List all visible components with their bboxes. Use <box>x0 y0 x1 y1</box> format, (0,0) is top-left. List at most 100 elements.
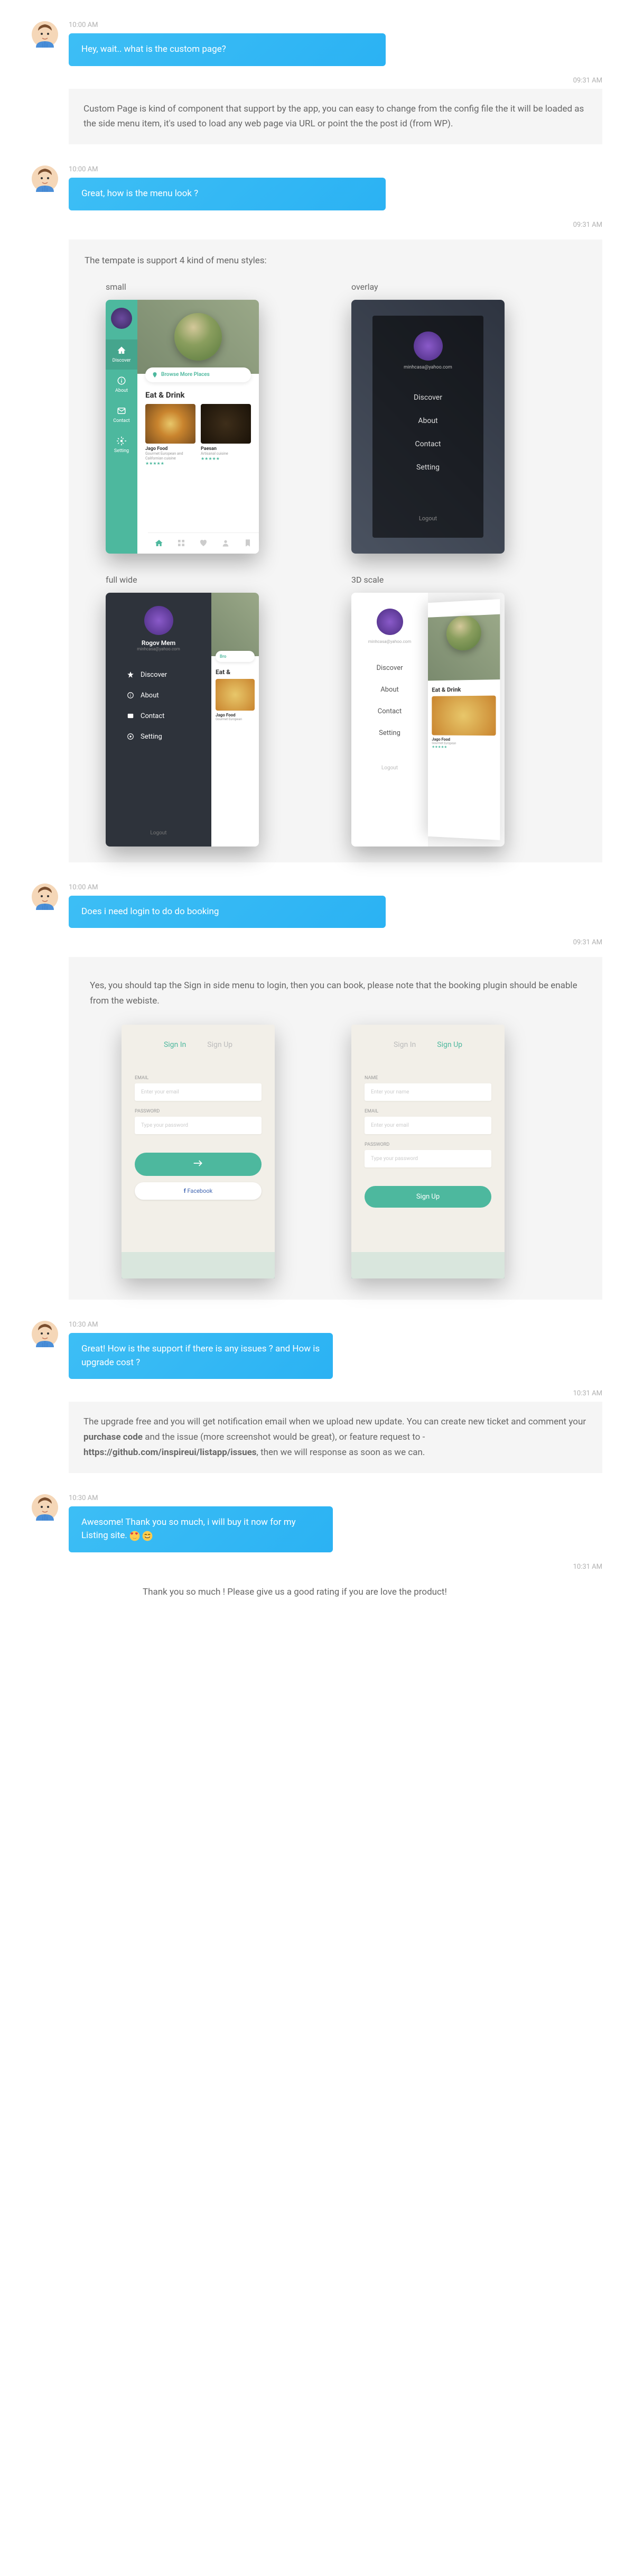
sidebar-item-contact[interactable]: Contact <box>106 400 137 430</box>
bottom-nav <box>148 532 259 554</box>
phone-3d-menu: minhcasa@yahoo.com Discover About Contac… <box>351 593 505 847</box>
sidebar-item-discover[interactable]: Discover <box>106 339 137 370</box>
section-heading: Eat & <box>211 662 259 679</box>
reply-time: 09:31 AM <box>69 939 602 946</box>
browse-button[interactable]: Bro <box>216 651 255 662</box>
user-email: minhcasa@yahoo.com <box>368 639 411 644</box>
menu-item-setting[interactable]: Setting <box>416 456 440 479</box>
food-card[interactable]: Jago FoodGourmet European★★★★★ <box>432 695 496 749</box>
grin-emoji <box>142 1531 153 1541</box>
phone-small-menu: Discover About Contact Setting Browse Mo… <box>106 300 259 554</box>
user-message: Great! How is the support if there is an… <box>69 1333 333 1379</box>
menu-style-label: 3D scale <box>351 575 565 585</box>
food-card[interactable]: Jago FoodGourmet European and California… <box>145 404 195 466</box>
label-password: PASSWORD <box>365 1142 491 1147</box>
menu-item-setting[interactable]: Setting <box>127 726 190 747</box>
user-icon[interactable] <box>221 539 230 547</box>
heart-icon[interactable] <box>199 539 208 547</box>
tab-signin[interactable]: Sign In <box>394 1041 416 1049</box>
tab-signup[interactable]: Sign Up <box>437 1041 462 1049</box>
facebook-button[interactable]: f Facebook <box>135 1182 262 1200</box>
avatar[interactable] <box>111 308 132 329</box>
label-password: PASSWORD <box>135 1109 262 1114</box>
user-avatar <box>32 1321 58 1347</box>
user-avatar <box>32 1494 58 1521</box>
label-email: EMAIL <box>365 1109 491 1114</box>
user-message: Great, how is the menu look ? <box>69 178 386 210</box>
tab-signup[interactable]: Sign Up <box>207 1041 232 1049</box>
menu-item-setting[interactable]: Setting <box>379 722 400 744</box>
user-avatar <box>32 884 58 910</box>
menu-style-label: small <box>106 282 320 292</box>
menu-item-discover[interactable]: Discover <box>127 665 190 685</box>
msg-time: 10:00 AM <box>69 884 602 891</box>
menu-item-discover[interactable]: Discover <box>414 386 442 409</box>
gallery-title: The tempate is support 4 kind of menu st… <box>85 255 586 266</box>
menu-item-contact[interactable]: Contact <box>127 706 190 726</box>
signin-button[interactable] <box>135 1153 262 1176</box>
home-icon[interactable] <box>155 539 163 547</box>
user-email: minhcasa@yahoo.com <box>137 647 180 651</box>
msg-time: 10:00 AM <box>69 165 602 173</box>
section-heading: Eat & Drink <box>137 382 259 404</box>
user-message: Does i need login to do do booking <box>69 896 386 928</box>
signin-screen: Sign In Sign Up EMAIL Enter your email P… <box>122 1025 275 1278</box>
signup-button[interactable]: Sign Up <box>365 1186 491 1208</box>
avatar[interactable] <box>144 606 173 635</box>
reply-message: Yes, you should tap the Sign in side men… <box>90 978 581 1009</box>
phone-overlay-menu: minhcasa@yahoo.com Discover About Contac… <box>351 300 505 554</box>
avatar[interactable] <box>414 332 443 361</box>
reply-message: The upgrade free and you will get notifi… <box>69 1402 602 1473</box>
reply-message: Thank you so much ! Please give us a goo… <box>69 1575 602 1609</box>
label-email: EMAIL <box>135 1075 262 1081</box>
user-message: Hey, wait.. what is the custom page? <box>69 33 386 66</box>
menu-item-about[interactable]: iAbout <box>127 685 190 706</box>
menu-item-contact[interactable]: Contact <box>378 701 402 722</box>
avatar[interactable] <box>377 609 403 635</box>
menu-styles-gallery: The tempate is support 4 kind of menu st… <box>69 240 602 862</box>
reply-time: 09:31 AM <box>69 221 602 229</box>
reply-time: 10:31 AM <box>69 1563 602 1571</box>
menu-item-discover[interactable]: Discover <box>376 657 403 679</box>
name-field[interactable]: Enter your name <box>365 1083 491 1101</box>
menu-style-label: overlay <box>351 282 565 292</box>
logout-button[interactable]: Logout <box>419 515 437 522</box>
hero-image <box>137 300 259 374</box>
grid-icon[interactable] <box>177 539 185 547</box>
menu-item-about[interactable]: About <box>418 409 437 433</box>
section-heading: Eat & Drink <box>428 679 500 696</box>
email-field[interactable]: Enter your email <box>135 1083 262 1101</box>
msg-time: 10:30 AM <box>69 1494 602 1502</box>
user-name: Rogov Mem <box>142 639 175 647</box>
svg-text:i: i <box>130 693 131 698</box>
reply-message: Custom Page is kind of component that su… <box>69 89 602 145</box>
logout-button[interactable]: Logout <box>381 765 398 771</box>
hero-image <box>211 593 259 656</box>
heart-eyes-emoji <box>129 1531 140 1541</box>
food-card[interactable]: Jago FoodGourmet European <box>216 679 255 721</box>
browse-button[interactable]: Browse More Places <box>145 367 251 382</box>
password-field[interactable]: Type your password <box>365 1150 491 1167</box>
logout-button[interactable]: Logout <box>150 830 166 836</box>
menu-style-label: full wide <box>106 575 320 585</box>
msg-time: 10:00 AM <box>69 21 602 29</box>
signup-screen: Sign In Sign Up NAME Enter your name EMA… <box>351 1025 505 1278</box>
bookmark-icon[interactable] <box>244 539 252 547</box>
food-card[interactable]: PaesanArtisanal cuisine★★★★★ <box>201 404 251 466</box>
reply-time: 10:31 AM <box>69 1390 602 1397</box>
user-avatar <box>32 165 58 192</box>
sidebar-item-setting[interactable]: Setting <box>106 430 137 460</box>
login-gallery: Yes, you should tap the Sign in side men… <box>69 957 602 1300</box>
menu-item-contact[interactable]: Contact <box>415 433 441 456</box>
sidebar-item-about[interactable]: About <box>106 370 137 400</box>
menu-item-about[interactable]: About <box>380 679 399 701</box>
label-name: NAME <box>365 1075 491 1081</box>
reply-time: 09:31 AM <box>69 77 602 85</box>
password-field[interactable]: Type your password <box>135 1117 262 1134</box>
email-field[interactable]: Enter your email <box>365 1117 491 1134</box>
user-avatar <box>32 21 58 48</box>
phone-fullwide-menu: Rogov Mem minhcasa@yahoo.com Discover iA… <box>106 593 259 847</box>
msg-time: 10:30 AM <box>69 1321 602 1329</box>
user-email: minhcasa@yahoo.com <box>404 365 452 370</box>
tab-signin[interactable]: Sign In <box>164 1041 186 1049</box>
